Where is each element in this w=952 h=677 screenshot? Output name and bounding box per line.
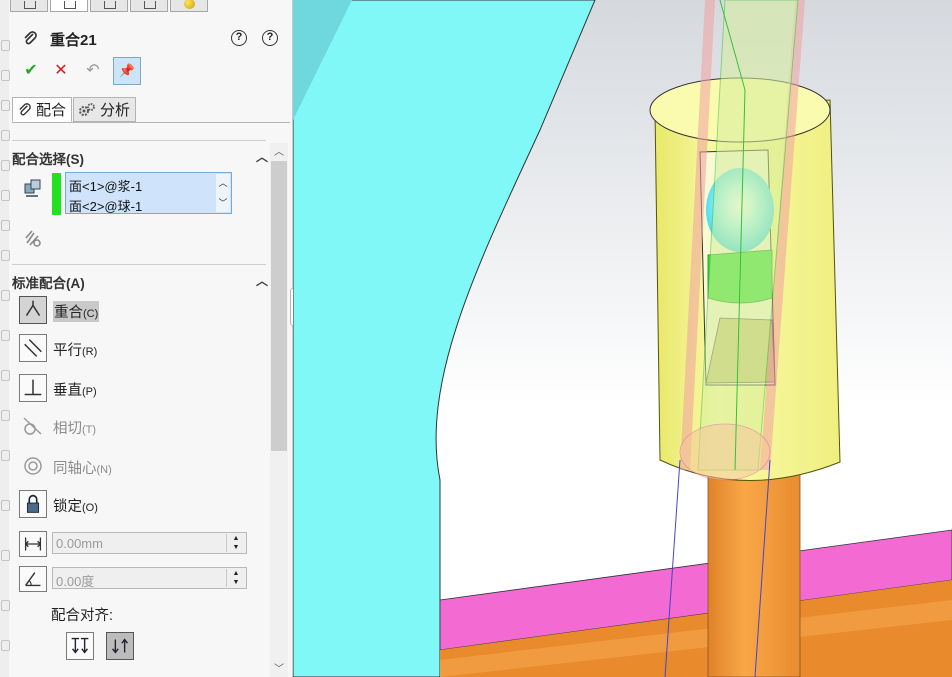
tab-analysis[interactable]: 分析 (73, 97, 137, 122)
orange-rod-part[interactable] (707, 454, 801, 677)
feature-title-row: 重合21 ? ? (22, 28, 282, 50)
mate-option-label: 相切(T) (53, 421, 97, 437)
display-manager-tab[interactable] (170, 0, 208, 12)
selection-item[interactable]: 面<2>@球-1 (69, 196, 142, 215)
distance-input[interactable]: 0.00mm ▲ ▼ (52, 532, 247, 554)
concentric-icon (24, 457, 42, 475)
distance-spinner[interactable]: ▲ ▼ (226, 534, 245, 552)
mate-selection-list[interactable]: 面<1>@浆-1 面<2>@球-1 ︿ ﹀ (65, 172, 232, 214)
selection-item[interactable]: 面<1>@浆-1 (69, 176, 142, 195)
mate-option-coincident[interactable]: 重合(C) (19, 296, 269, 326)
chevron-up-icon[interactable]: ︿ (256, 148, 268, 165)
entities-to-mate-icon (24, 179, 41, 197)
graphics-viewport[interactable] (293, 0, 952, 677)
tangent-icon (23, 417, 42, 435)
angle-icon[interactable] (19, 566, 47, 592)
aligned-button[interactable] (66, 632, 94, 660)
angle-value: 0.00度 (56, 574, 95, 589)
tab-analysis-label: 分析 (100, 102, 131, 119)
lock-icon[interactable] (19, 490, 47, 518)
shaft-bottom-face (679, 423, 771, 481)
mate-subtabs: 配合 分析 (12, 97, 137, 123)
property-manager-panel: 重合21 ? ? ✔ ✕ ↶ 📌 配合 分析 配合选择(S) ︿ 面<1>@浆-… (0, 0, 293, 677)
gears-icon (79, 102, 95, 116)
mate-selection-heading: 配合选择(S) (12, 152, 84, 167)
feature-manager-tab[interactable] (10, 0, 48, 12)
parallel-icon[interactable] (19, 334, 47, 362)
spin-up-icon[interactable]: ▲ (227, 569, 245, 578)
mate-option-lock[interactable]: 锁定(O) (19, 490, 269, 520)
standard-mates-heading: 标准配合(A) (12, 276, 85, 291)
multiple-mate-mode-icon[interactable] (22, 228, 44, 250)
paperclip-icon (19, 103, 31, 116)
mate-alignment-label: 配合对齐: (51, 608, 114, 624)
keep-visible-pin-button[interactable]: 📌 (113, 57, 141, 85)
chevron-up-icon[interactable]: ︿ (256, 272, 268, 289)
angle-input[interactable]: 0.00度 ▲ ▼ (52, 567, 247, 589)
paperclip-icon (24, 31, 37, 45)
scroll-up-icon[interactable]: ︿ (270, 143, 288, 158)
tab-mates[interactable]: 配合 (12, 97, 73, 122)
section-divider (12, 264, 266, 265)
coincident-icon[interactable] (19, 296, 47, 324)
ok-button[interactable]: ✔ (18, 58, 44, 84)
tab-divider (12, 122, 290, 123)
mate-option-concentric: 同轴心(N) (19, 452, 269, 482)
spin-down-icon[interactable]: ▼ (227, 578, 245, 587)
angle-spinner[interactable]: ▲ ▼ (226, 569, 245, 587)
undo-button[interactable]: ↶ (80, 58, 106, 84)
help-icon[interactable]: ? (262, 30, 278, 46)
mate-option-perpendicular[interactable]: 垂直(P) (19, 374, 269, 404)
feature-title: 重合21 (50, 32, 97, 49)
scroll-down-icon[interactable]: ﹀ (270, 660, 288, 675)
section-divider (12, 140, 266, 141)
cancel-button[interactable]: ✕ (48, 58, 74, 84)
property-manager-tab[interactable] (50, 0, 88, 12)
mate-option-tangent: 相切(T) (19, 412, 269, 442)
whats-wrong-help-icon[interactable]: ? (231, 30, 247, 46)
spin-up-icon[interactable]: ▲ (227, 534, 245, 543)
spin-down-icon[interactable]: ▼ (227, 543, 245, 552)
mate-selection-header[interactable]: 配合选择(S) ︿ (12, 148, 268, 167)
mate-option-label: 平行(R) (53, 343, 98, 359)
model-view[interactable] (293, 0, 952, 677)
mate-option-label: 锁定(O) (53, 499, 98, 515)
standard-mates-header[interactable]: 标准配合(A) ︿ (12, 272, 268, 291)
distance-icon[interactable] (19, 531, 47, 557)
anti-aligned-button[interactable] (106, 632, 134, 660)
mate-option-parallel[interactable]: 平行(R) (19, 334, 269, 364)
angle-row: 0.00度 ▲ ▼ (19, 566, 249, 592)
scroll-up-icon[interactable]: ︿ (216, 176, 230, 189)
mate-option-label: 同轴心(N) (53, 461, 112, 477)
distance-value: 0.00mm (56, 536, 103, 551)
feature-tree-edge (0, 0, 10, 677)
tab-mates-label: 配合 (36, 102, 67, 119)
perpendicular-icon[interactable] (19, 374, 47, 402)
dimxpert-manager-tab[interactable] (130, 0, 168, 12)
panel-scrollbar[interactable]: ︿ ﹀ (270, 143, 288, 677)
distance-row: 0.00mm ▲ ▼ (19, 531, 249, 557)
list-scrollbar[interactable]: ︿ ﹀ (216, 174, 230, 212)
mate-option-label: 垂直(P) (53, 383, 97, 399)
configuration-manager-tab[interactable] (90, 0, 128, 12)
scroll-down-icon[interactable]: ﹀ (216, 196, 230, 209)
scrollbar-thumb[interactable] (271, 161, 287, 451)
manager-tabs (10, 0, 210, 13)
selection-color-indicator (52, 173, 61, 215)
mate-option-label: 重合(C) (53, 301, 100, 322)
